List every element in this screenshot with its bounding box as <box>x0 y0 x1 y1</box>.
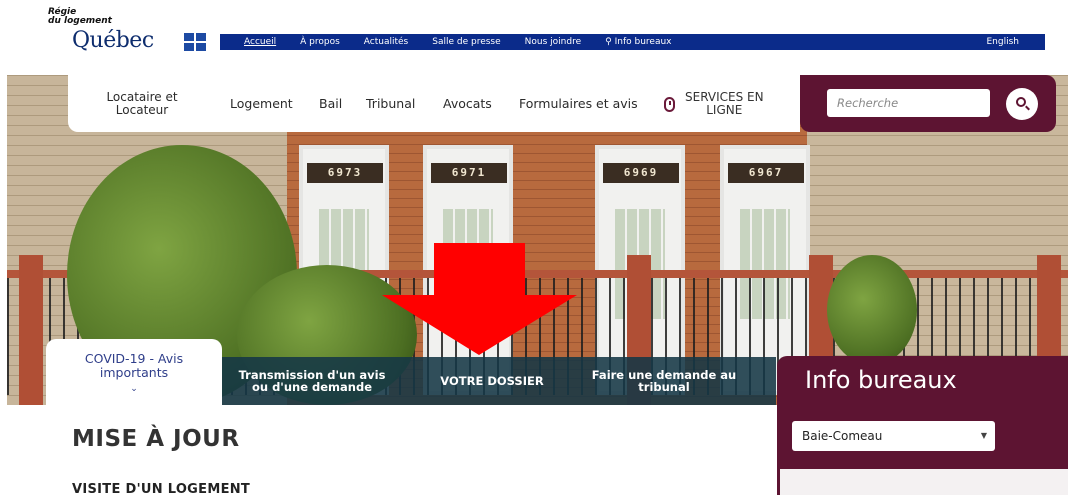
info-bureaux-content <box>780 469 1068 495</box>
tab-covid-line2: importants <box>99 365 169 380</box>
tab-demande-line2: tribunal <box>638 380 690 394</box>
nav-bail[interactable]: Bail <box>319 96 342 111</box>
topbar-info-label: Info bureaux <box>614 37 672 47</box>
topbar-link-info-bureaux[interactable]: ⚲ Info bureaux <box>593 37 683 47</box>
house-number: 6969 <box>603 163 679 183</box>
nav-locataire-line1: Locataire et <box>106 89 178 104</box>
info-bureaux-title: Info bureaux <box>805 366 957 394</box>
language-toggle-english[interactable]: English <box>975 37 1046 47</box>
caret-down-icon: ▼ <box>980 431 987 440</box>
page-heading: MISE À JOUR <box>72 426 240 452</box>
nav-services-en-ligne[interactable]: SERVICES EN LIGNE <box>664 91 764 117</box>
logo-quebec: Québec <box>72 28 154 53</box>
office-select-value: Baie-Comeau <box>802 429 883 443</box>
nav-locataire-locateur[interactable]: Locataire et Locateur <box>68 89 216 117</box>
hero-shrub <box>827 255 917 365</box>
house-number: 6973 <box>307 163 383 183</box>
quick-access-tabs: COVID-19 - Avis importants ⌄ Transmissio… <box>46 339 776 405</box>
house-number: 6967 <box>728 163 804 183</box>
office-select[interactable]: Baie-Comeau ▼ <box>792 421 995 451</box>
tab-bar: Transmission d'un avis ou d'une demande … <box>222 357 776 405</box>
search-panel <box>800 75 1056 132</box>
nav-avocats[interactable]: Avocats <box>443 96 492 111</box>
tab-transmission-line2: ou d'une demande <box>251 380 372 394</box>
topbar-link-actualites[interactable]: Actualités <box>352 37 420 47</box>
topbar-link-accueil[interactable]: Accueil <box>220 37 288 47</box>
quebec-flag-icon <box>184 33 206 51</box>
section-subheading[interactable]: VISITE D'UN LOGEMENT <box>72 482 250 495</box>
chevron-down-icon: ⌄ <box>130 384 138 394</box>
logo-line2: du logement <box>48 16 112 26</box>
site-logo[interactable]: Régie du logement Québec <box>48 8 208 53</box>
map-pin-icon: ⚲ <box>605 37 612 47</box>
topbar-link-presse[interactable]: Salle de presse <box>420 37 512 47</box>
search-icon-handle <box>1025 105 1030 111</box>
search-input[interactable] <box>827 89 990 117</box>
info-bureaux-panel: Info bureaux Baie-Comeau ▼ <box>777 356 1068 495</box>
tab-covid[interactable]: COVID-19 - Avis importants ⌄ <box>46 339 222 405</box>
search-button[interactable] <box>1006 88 1038 120</box>
nav-locataire-line2: Locateur <box>115 102 169 117</box>
hero-post <box>19 255 43 405</box>
nav-formulaires[interactable]: Formulaires et avis <box>519 96 638 111</box>
tab-transmission[interactable]: Transmission d'un avis ou d'une demande <box>222 357 402 405</box>
mouse-icon <box>664 96 675 112</box>
services-line2: LIGNE <box>706 103 743 117</box>
house-number: 6971 <box>431 163 507 183</box>
nav-tribunal[interactable]: Tribunal <box>366 96 415 111</box>
tab-votre-dossier[interactable]: VOTRE DOSSIER <box>412 357 572 405</box>
top-utility-bar: Accueil À propos Actualités Salle de pre… <box>220 34 1045 50</box>
nav-logement[interactable]: Logement <box>230 96 293 111</box>
services-label: SERVICES EN LIGNE <box>685 91 764 117</box>
topbar-link-joindre[interactable]: Nous joindre <box>513 37 593 47</box>
topbar-link-apropos[interactable]: À propos <box>288 37 352 47</box>
main-navigation: Locataire et Locateur Logement Bail Trib… <box>68 75 800 132</box>
tab-covid-line1: COVID-19 - Avis <box>84 351 184 366</box>
tab-demande-tribunal[interactable]: Faire une demande au tribunal <box>574 357 754 405</box>
